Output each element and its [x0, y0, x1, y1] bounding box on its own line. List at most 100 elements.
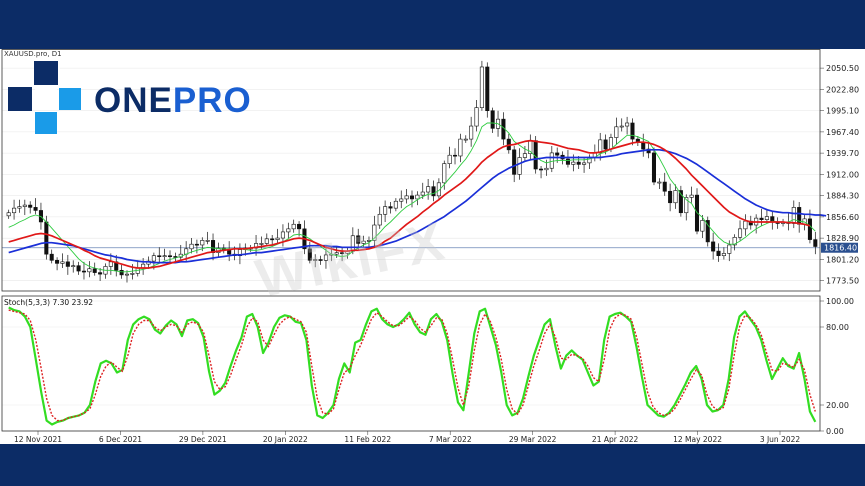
candle-body	[447, 154, 452, 164]
candle-body	[716, 250, 721, 257]
candle-body	[668, 190, 673, 204]
candle-body	[60, 261, 65, 264]
candle-body	[582, 162, 587, 165]
current-price-label: 1816.40	[824, 244, 857, 253]
candle-body	[167, 255, 173, 258]
candle-body	[565, 158, 570, 165]
candle-body	[399, 198, 404, 202]
candle-body	[108, 261, 113, 267]
logo-wordmark-pro: PRO	[172, 81, 252, 120]
candle-body	[651, 152, 657, 183]
price-tick-label: 1912.00	[826, 170, 859, 179]
candle-body	[157, 255, 162, 258]
candle-body	[28, 204, 33, 208]
candle-body	[479, 66, 484, 108]
candle-body	[544, 167, 549, 171]
time-tick-label: 7 Mar 2022	[429, 435, 472, 444]
time-tick-label: 29 Mar 2022	[509, 435, 557, 444]
candle-body	[162, 255, 167, 258]
candle-body	[404, 195, 409, 200]
stoch-signal-line	[8, 309, 816, 422]
candle-body	[576, 161, 581, 165]
candle-body	[431, 186, 436, 197]
time-tick-label: 12 Nov 2021	[14, 435, 62, 444]
candle-body	[522, 153, 527, 158]
price-tick-label: 1773.50	[826, 277, 859, 286]
candle-body	[689, 194, 694, 198]
candle-body	[409, 195, 415, 200]
candle-body	[603, 139, 608, 150]
price-tick-label: 1856.60	[826, 213, 859, 222]
candle-body	[98, 272, 103, 275]
candle-body	[200, 240, 205, 246]
stoch-main-line	[8, 306, 817, 426]
candle-body	[517, 157, 522, 175]
candle-body	[619, 125, 624, 128]
candle-body	[211, 240, 216, 253]
candle-body	[463, 138, 468, 141]
time-tick-label: 29 Dec 2021	[179, 435, 227, 444]
price-tick-label: 1967.40	[826, 128, 859, 137]
candle-body	[474, 107, 479, 127]
candle-body	[533, 140, 538, 170]
candle-body	[383, 206, 388, 215]
candle-body	[151, 255, 156, 262]
candle-body	[393, 200, 398, 209]
candle-body	[625, 122, 630, 127]
candle-body	[608, 137, 613, 150]
price-axis: 2050.50 2022.80 1995.10 1967.40 1939.70 1912.…	[820, 64, 859, 286]
candle-body	[12, 207, 17, 214]
candle-body	[469, 125, 474, 140]
time-tick-label: 12 May 2022	[673, 435, 722, 444]
candle-body	[81, 270, 86, 273]
candle-body	[87, 268, 92, 273]
candle-body	[280, 231, 285, 239]
candle-body	[571, 161, 576, 165]
candle-body	[44, 221, 49, 255]
symbol-label: XAUUSD.pro, D1	[4, 50, 62, 58]
candle-body	[700, 220, 705, 232]
candle-body	[807, 218, 812, 240]
candle-body	[420, 191, 425, 196]
candle-body	[55, 260, 60, 264]
time-tick-label: 20 Jan 2022	[263, 435, 308, 444]
stochastic-lines	[8, 306, 817, 426]
candle-body	[17, 206, 22, 209]
candle-body	[759, 217, 764, 220]
candle-body	[194, 243, 199, 246]
candle-body	[442, 163, 447, 184]
candle-body	[275, 237, 280, 240]
brand-logo: ONEPRO	[6, 59, 266, 139]
candle-body	[711, 241, 716, 252]
candle-body	[259, 243, 264, 245]
time-axis: 12 Nov 2021 6 Dec 2021 29 Dec 2021 20 Jan 2…	[14, 431, 800, 444]
candle-body	[264, 238, 269, 244]
candle-body	[6, 212, 11, 217]
candle-body	[657, 181, 662, 184]
candle-body	[738, 228, 743, 238]
time-tick-label: 6 Dec 2021	[99, 435, 142, 444]
stoch-tick-label: 80.00	[826, 323, 849, 332]
candle-body	[721, 253, 726, 257]
onepro-mark-icon	[8, 61, 81, 134]
time-tick-label: 21 Apr 2022	[592, 435, 639, 444]
candle-body	[630, 122, 635, 140]
candle-body	[549, 152, 554, 169]
candle-body	[189, 243, 194, 250]
price-tick-label: 1939.70	[826, 149, 859, 158]
candle-body	[227, 250, 232, 255]
price-tick-label: 2022.80	[826, 85, 859, 94]
price-tick-label: 1828.90	[826, 234, 859, 243]
candle-body	[791, 207, 796, 224]
candle-body	[813, 239, 818, 247]
candle-body	[130, 273, 135, 275]
stoch-tick-label: 0.00	[826, 427, 844, 436]
candle-body	[555, 152, 560, 156]
stoch-tick-label: 100.00	[826, 297, 854, 306]
candle-body	[673, 190, 678, 204]
candle-body	[512, 149, 517, 175]
stoch-tick-label: 20.00	[826, 401, 849, 410]
candle-body	[49, 253, 54, 261]
candle-body	[65, 261, 70, 267]
candle-body	[539, 168, 544, 171]
